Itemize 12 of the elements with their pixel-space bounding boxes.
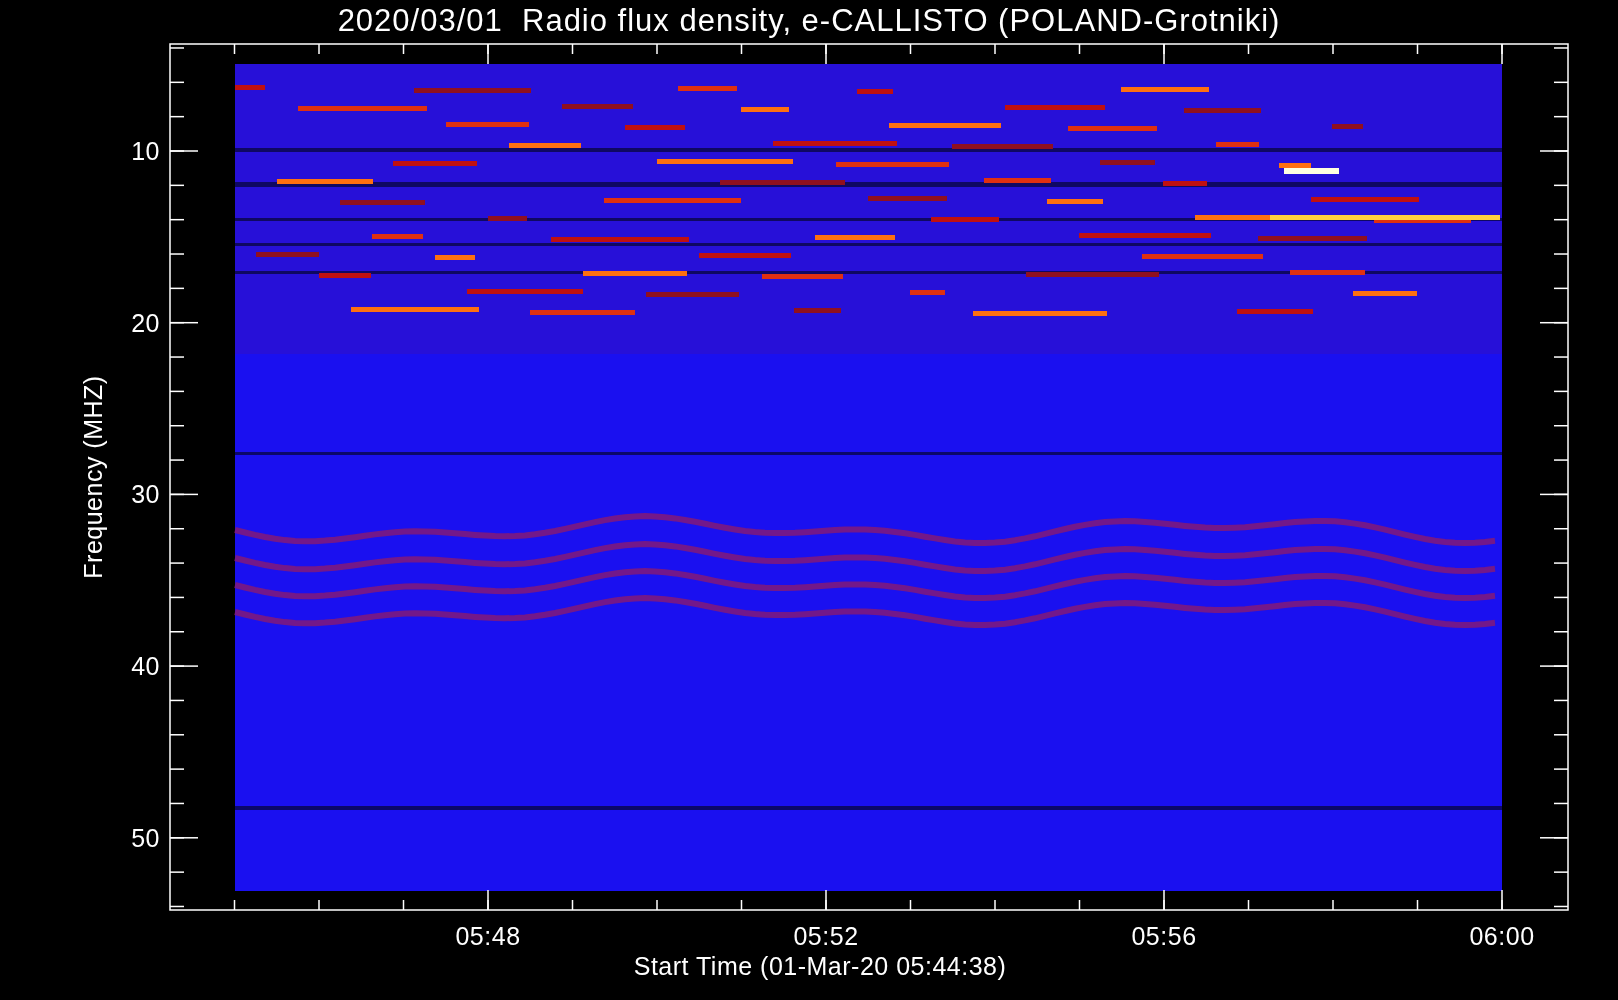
tick-label: 30 [131, 480, 160, 509]
tick-label: 05:48 [455, 922, 521, 950]
tick-label: 40 [131, 652, 160, 681]
tick-label: 05:56 [1131, 922, 1197, 950]
tick-label: 20 [131, 308, 160, 337]
tick-label: 10 [131, 137, 160, 165]
tick-label: 50 [131, 823, 160, 852]
axis-label: Frequency (MHZ) [79, 375, 107, 579]
tick-label: 06:00 [1469, 922, 1535, 950]
chart-title: 2020/03/01 Radio flux density, e-CALLISTO (POLAND-Grotniki) [337, 3, 1281, 38]
axis-label: Start Time (01-Mar-20 05:44:38) [633, 952, 1007, 980]
tick-label: 05:52 [793, 922, 859, 950]
